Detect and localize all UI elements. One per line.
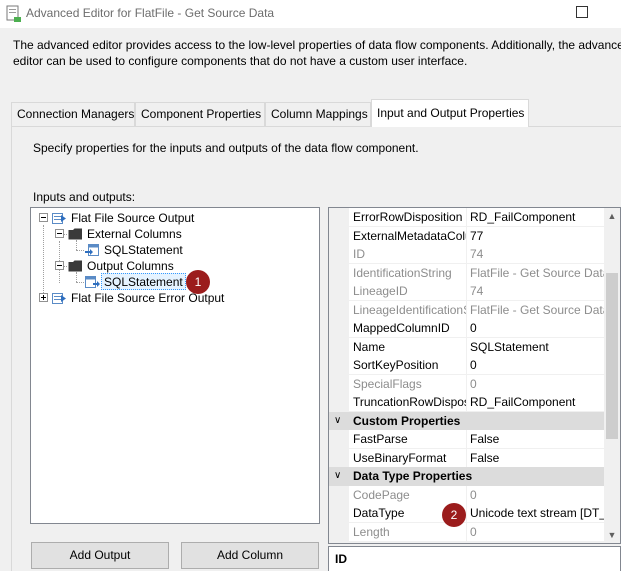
- property-row[interactable]: ID 74: [329, 245, 604, 264]
- tree-connector: [76, 272, 77, 282]
- property-name: FastParse: [349, 430, 467, 448]
- tree-node-label-selected: SQLStatement: [101, 273, 186, 290]
- collapse-icon[interactable]: [55, 261, 64, 270]
- tab-connection-managers[interactable]: Connection Managers: [11, 102, 135, 126]
- column-icon: [85, 244, 99, 256]
- property-row[interactable]: Name SQLStatement: [329, 337, 604, 356]
- property-rows-custom: FastParse False UseBinaryFormat False: [329, 430, 604, 467]
- maximize-icon[interactable]: [576, 6, 588, 18]
- property-value[interactable]: SQLStatement: [467, 337, 604, 356]
- panel-description: Specify properties for the inputs and ou…: [33, 141, 419, 155]
- callout-badge-2: 2: [442, 503, 466, 527]
- property-value[interactable]: RD_FailComponent: [467, 393, 604, 411]
- tree-node-label: Output Columns: [87, 259, 174, 273]
- property-value[interactable]: 77: [467, 226, 604, 245]
- error-output-icon: [52, 293, 66, 304]
- property-value: 74: [467, 282, 604, 300]
- collapse-chevron-icon[interactable]: ∨: [334, 412, 341, 430]
- property-value[interactable]: False: [467, 430, 604, 448]
- property-row[interactable]: ExternalMetadataColumnID77: [329, 226, 604, 245]
- property-name: IdentificationString: [349, 263, 467, 282]
- tree-connector: [76, 282, 84, 283]
- property-value[interactable]: RD_FailComponent: [467, 208, 604, 226]
- tab-component-properties[interactable]: Component Properties: [135, 102, 265, 126]
- property-value[interactable]: 0: [467, 319, 604, 337]
- add-column-button[interactable]: Add Column: [181, 542, 319, 569]
- property-row[interactable]: LineageIdentificationStringFlatFile - Ge…: [329, 300, 604, 319]
- tab-column-mappings[interactable]: Column Mappings: [265, 102, 371, 126]
- category-custom-properties[interactable]: ∨ Custom Properties: [329, 411, 604, 430]
- property-row[interactable]: FastParse False: [329, 430, 604, 449]
- editor-description-line-1: The advanced editor provides access to t…: [13, 38, 621, 52]
- editor-description-line-2: editor can be used to configure componen…: [13, 54, 468, 68]
- editor-window-icon: [6, 5, 21, 22]
- property-row[interactable]: Length 0: [329, 522, 604, 541]
- property-name: ID: [349, 245, 467, 263]
- tree-node-label: External Columns: [87, 227, 182, 241]
- property-name: ExternalMetadataColumnID: [349, 226, 467, 245]
- tree-connector: [76, 240, 77, 250]
- property-row[interactable]: IdentificationString FlatFile - Get Sourc…: [329, 263, 604, 282]
- collapse-icon[interactable]: [39, 213, 48, 222]
- property-value: 74: [467, 245, 604, 263]
- tree-connector: [76, 250, 84, 251]
- property-row[interactable]: TruncationRowDispositionRD_FailComponent: [329, 393, 604, 412]
- property-name: SortKeyPosition: [349, 356, 467, 374]
- category-title: Data Type Properties: [353, 469, 473, 483]
- tree-connector: [43, 225, 44, 297]
- property-row[interactable]: MappedColumnID 0: [329, 319, 604, 338]
- property-name: CodePage: [349, 485, 467, 504]
- property-value: FlatFile - Get Source Data: [467, 300, 604, 319]
- property-row[interactable]: SpecialFlags 0: [329, 374, 604, 393]
- property-name: LineageIdentificationString: [349, 300, 467, 319]
- scroll-thumb[interactable]: [606, 273, 618, 439]
- expand-icon[interactable]: [39, 293, 48, 302]
- property-value: 0: [467, 374, 604, 393]
- category-title: Custom Properties: [353, 413, 461, 428]
- property-rows-data-type: CodePage 0 DataType Unicode text stream [DT…: [329, 485, 604, 541]
- property-name: Name: [349, 337, 467, 356]
- collapse-icon[interactable]: [55, 229, 64, 238]
- property-name: MappedColumnID: [349, 319, 467, 337]
- property-grid[interactable]: ErrorRowDisposition RD_FailComponent Exter…: [328, 207, 621, 544]
- property-value: 0: [467, 485, 604, 504]
- property-description-title: ID: [335, 552, 347, 566]
- scroll-down-icon[interactable]: ▼: [604, 527, 620, 543]
- property-name: TruncationRowDisposition: [349, 393, 467, 411]
- callout-badge-1: 1: [186, 270, 210, 294]
- add-output-button[interactable]: Add Output: [31, 542, 169, 569]
- editor-description: The advanced editor provides access to t…: [13, 37, 621, 69]
- property-row[interactable]: UseBinaryFormat False: [329, 448, 604, 467]
- window-title: Advanced Editor for FlatFile - Get Sourc…: [26, 6, 275, 20]
- property-description-pane: ID: [328, 546, 621, 571]
- property-value: FlatFile - Get Source Data: [467, 263, 604, 282]
- inputs-outputs-tree[interactable]: Flat File Source Output External Columns…: [30, 207, 320, 524]
- property-row[interactable]: LineageID 74: [329, 282, 604, 301]
- property-grid-rows: ErrorRowDisposition RD_FailComponent Exter…: [329, 208, 604, 541]
- property-name: SpecialFlags: [349, 374, 467, 393]
- folder-icon: [68, 260, 82, 272]
- property-row[interactable]: ErrorRowDisposition RD_FailComponent: [329, 208, 604, 227]
- property-name: UseBinaryFormat: [349, 448, 467, 467]
- property-row[interactable]: DataTypeUnicode text stream [DT_NTEXT]: [329, 504, 604, 523]
- tree-node-label: SQLStatement: [104, 243, 183, 257]
- tree-node-label: Flat File Source Output: [71, 211, 195, 225]
- property-value[interactable]: False: [467, 448, 604, 467]
- property-value[interactable]: 0: [467, 356, 604, 374]
- scroll-up-icon[interactable]: ▲: [604, 208, 620, 224]
- output-icon: [52, 213, 66, 224]
- column-icon: [85, 276, 100, 288]
- property-value: 0: [467, 522, 604, 541]
- property-rows-common: ErrorRowDisposition RD_FailComponent Exter…: [329, 208, 604, 412]
- tab-input-output-properties[interactable]: Input and Output Properties: [371, 99, 529, 127]
- folder-icon: [68, 228, 82, 240]
- inputs-outputs-label: Inputs and outputs:: [33, 190, 136, 204]
- collapse-chevron-icon[interactable]: ∨: [334, 467, 341, 485]
- property-name: ErrorRowDisposition: [349, 208, 467, 226]
- property-row[interactable]: SortKeyPosition 0: [329, 356, 604, 375]
- property-name: LineageID: [349, 282, 467, 300]
- property-value[interactable]: Unicode text stream [DT_NTEXT]: [467, 504, 604, 522]
- property-row[interactable]: CodePage 0: [329, 485, 604, 504]
- category-data-type-properties[interactable]: ∨ Data Type Properties: [329, 467, 604, 486]
